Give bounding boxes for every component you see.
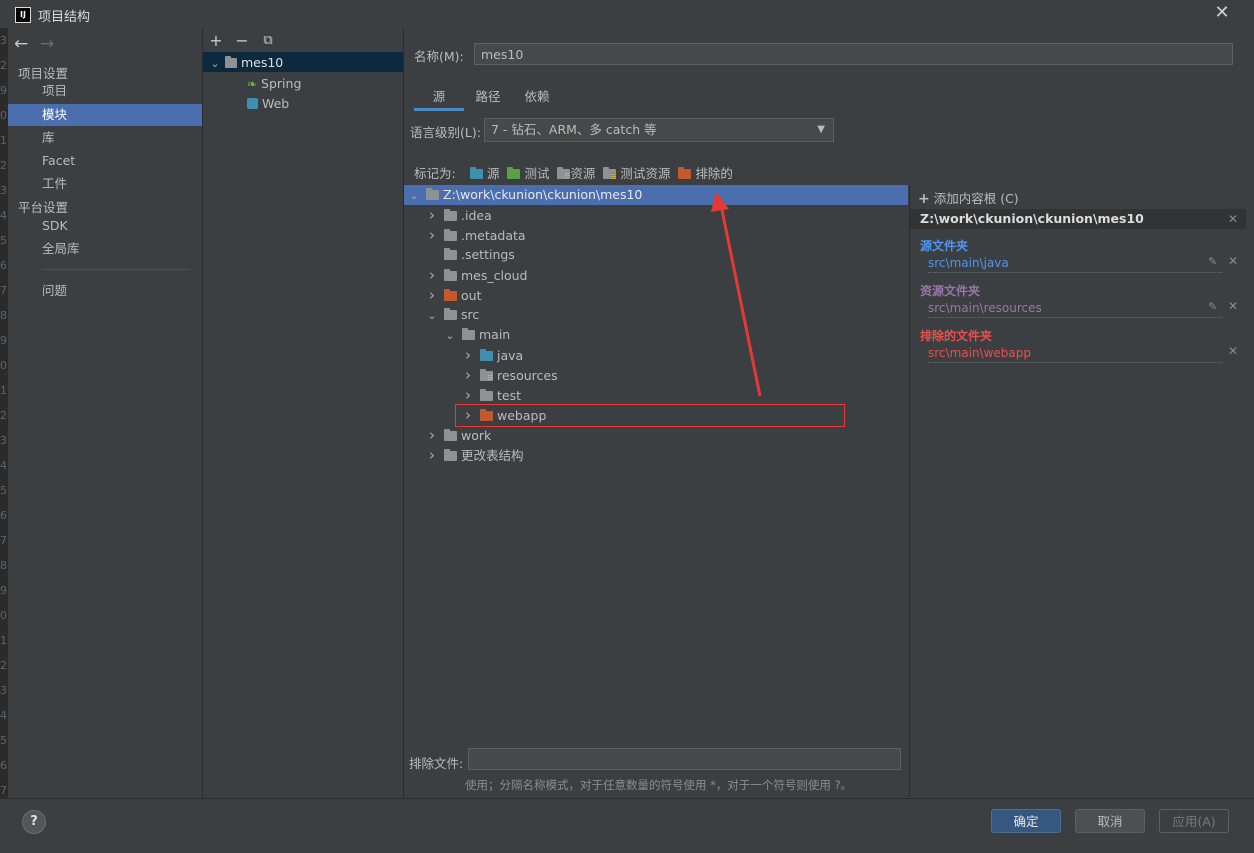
ok-button[interactable]: 确定 [991,809,1061,833]
annotation-arrow [711,192,762,397]
apply-button[interactable]: 应用(A) [1159,809,1229,833]
help-button[interactable]: ? [22,810,46,834]
arrow-shaft [719,204,762,397]
dialog-button-bar: ? 确定 取消 应用(A) [0,798,1254,853]
cancel-button[interactable]: 取消 [1075,809,1145,833]
arrow-head [711,192,729,212]
